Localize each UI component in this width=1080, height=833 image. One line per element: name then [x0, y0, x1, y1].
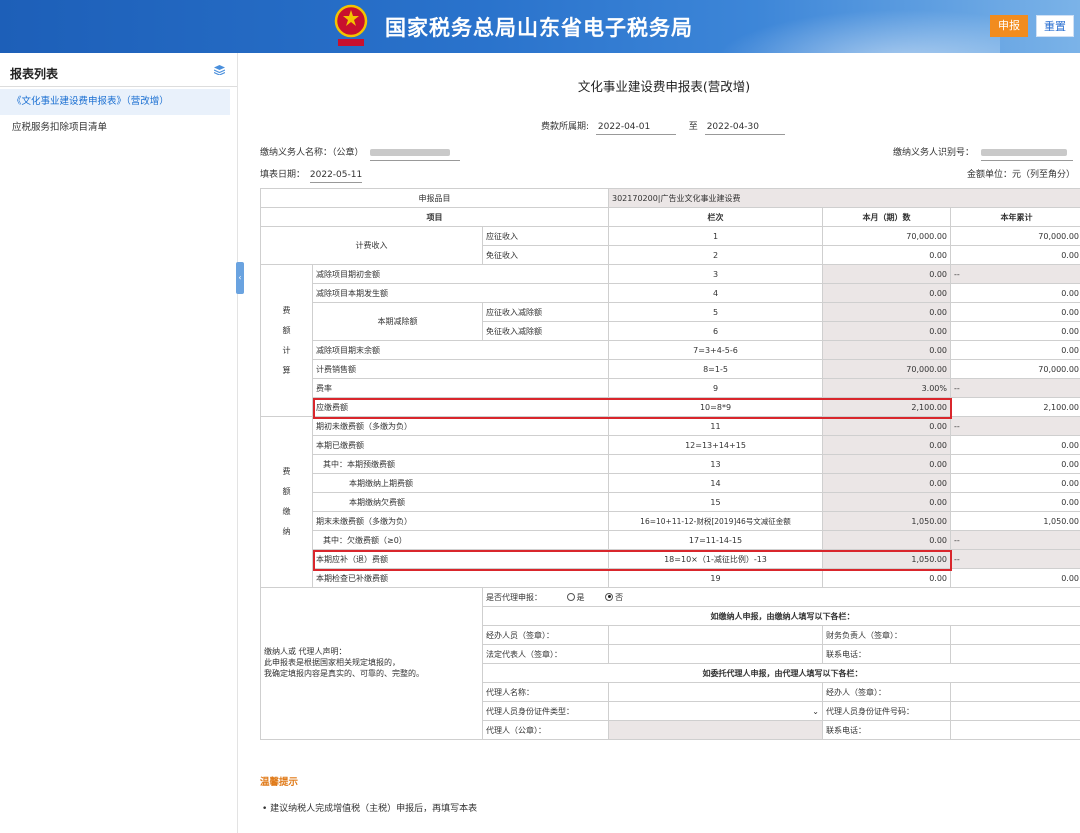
table-row: 本期缴纳欠费额 15 0.00 0.00 — [261, 492, 1080, 512]
sidebar-collapse-handle[interactable]: ‹ — [236, 262, 244, 294]
table-row: 其中：本期预缴费额 13 0.00 0.00 — [261, 454, 1080, 474]
handler-input[interactable] — [608, 625, 823, 645]
table-row: 计费收入 应征收入 1 70,000.00 70,000.00 — [260, 226, 1080, 265]
table-row: 减除项目本期发生额 4 0.00 0.00 — [261, 283, 1080, 303]
payer-id-field — [980, 148, 1073, 161]
agent-name-input[interactable] — [608, 682, 823, 702]
agent-question: 是否代理申报： 是 否 — [482, 587, 1080, 607]
table-row: 减除项目期末余额 7=3+4-5-6 0.00 0.00 — [261, 340, 1080, 360]
line1-month-input[interactable]: 70,000.00 — [822, 226, 951, 246]
sidebar-title: 报表列表 — [10, 67, 59, 81]
agent-no-radio[interactable] — [605, 592, 614, 601]
group-fee-calc: 费额计算 — [260, 264, 313, 417]
reset-button[interactable]: 重置 — [1036, 15, 1074, 37]
table-row: 本期已缴费额 12=13+14+15 0.00 0.00 — [261, 435, 1080, 455]
group-fee-pay: 费额缴纳 — [260, 416, 313, 588]
national-emblem-icon — [334, 4, 368, 46]
sidebar-item-deduction-list[interactable]: 应税服务扣除项目清单 — [0, 115, 237, 141]
table-row: 费额计算 减除项目期初金额 3 0.00 -- — [260, 264, 1080, 417]
line2-month-input[interactable]: 0.00 — [822, 245, 951, 265]
table-row: 本期减除额 应征收入减除额 5 0.00 0.00 — [261, 302, 1080, 341]
submit-button[interactable]: 申报 — [990, 15, 1028, 37]
agent-id-type-select[interactable]: ⌄ — [608, 701, 823, 721]
layers-icon[interactable] — [214, 65, 225, 75]
agent-phone-input[interactable] — [950, 720, 1080, 740]
table-row: 费额缴纳 期初未缴费额（多缴为负） 11 0.00 -- — [260, 416, 1080, 588]
amount-unit: 金额单位：元（列至角分） — [967, 170, 1076, 180]
table-row: 缴纳人或 代理人声明： 此申报表是根据国家相关规定填报的， 我确定填报内容是真实… — [260, 587, 1080, 740]
legal-input[interactable] — [608, 644, 823, 664]
sidebar-item-culture-fee-form[interactable]: 《文化事业建设费申报表》（营改增） — [0, 89, 230, 115]
declaration-statement: 缴纳人或 代理人声明： 此申报表是根据国家相关规定填报的， 我确定填报内容是真实… — [260, 587, 483, 740]
agent-seal-field — [608, 720, 823, 740]
agent-yes-radio[interactable] — [566, 592, 575, 601]
main-content: 文化事业建设费申报表(营改增) 费款所属期: 2022-04-01 至 2022… — [248, 53, 1080, 833]
period-start-input[interactable]: 2022-04-01 — [595, 122, 676, 135]
table-row-highlighted: 本期应补（退）费额 18=10×（1-减征比例）-13 1,050.00 -- — [261, 549, 1080, 569]
fee-period: 费款所属期: 2022-04-01 至 2022-04-30 — [541, 119, 785, 135]
table-row: 申报品目 302170200|广告业文化事业建设费 — [260, 188, 1080, 208]
phone-input[interactable] — [950, 644, 1080, 664]
tips-title: 温馨提示 — [260, 777, 299, 788]
table-row-highlighted: 应缴费额 10=8*9 2,100.00 2,100.00 — [261, 397, 1080, 417]
line19-month-input[interactable]: 0.00 — [822, 568, 951, 588]
chevron-down-icon: ⌄ — [812, 706, 819, 716]
declaration-table: 申报品目 302170200|广告业文化事业建设费 项目 栏次 本月（期）数 本… — [260, 188, 1080, 740]
top-banner: 国家税务总局山东省电子税务局 申报 重置 — [0, 0, 1080, 53]
payer-id-row: 缴纳义务人识别号： — [893, 145, 1073, 161]
finance-input[interactable] — [950, 625, 1080, 645]
table-row: 其中：欠缴费额（≥0） 17=11-14-15 0.00 -- — [261, 530, 1080, 550]
agent-id-no-input[interactable] — [950, 701, 1080, 721]
table-row: 本期检查已补缴费额 19 0.00 0.00 — [261, 568, 1080, 588]
form-title: 文化事业建设费申报表(营改增) — [577, 79, 751, 94]
sidebar-header: 报表列表 — [0, 53, 237, 87]
period-end-input[interactable]: 2022-04-30 — [704, 122, 785, 135]
payer-name-field — [370, 148, 461, 161]
table-row: 费率 9 3.00% -- — [261, 378, 1080, 398]
table-row: 期末未缴费额（多缴为负） 16=10+11-12-财税[2019]46号文减征金… — [261, 511, 1080, 531]
payer-name-row: 缴纳义务人名称：（公章） — [260, 145, 461, 161]
fill-date-row: 填表日期： 2022-05-11 — [260, 167, 363, 183]
fill-date-value: 2022-05-11 — [309, 170, 363, 183]
item-value: 302170200|广告业文化事业建设费 — [608, 188, 1080, 208]
tips-text: • 建议纳税人完成增值税（主税）申报后，再填写本表 — [262, 804, 478, 814]
agent-handler-input[interactable] — [950, 682, 1080, 702]
table-row: 计费销售额 8=1-5 70,000.00 70,000.00 — [261, 359, 1080, 379]
site-title: 国家税务总局山东省电子税务局 — [385, 16, 693, 40]
sidebar: 报表列表 《文化事业建设费申报表》（营改增） 应税服务扣除项目清单 — [0, 53, 238, 833]
table-header-row: 项目 栏次 本月（期）数 本年累计 — [260, 207, 1080, 227]
table-row: 本期缴纳上期费额 14 0.00 0.00 — [261, 473, 1080, 493]
